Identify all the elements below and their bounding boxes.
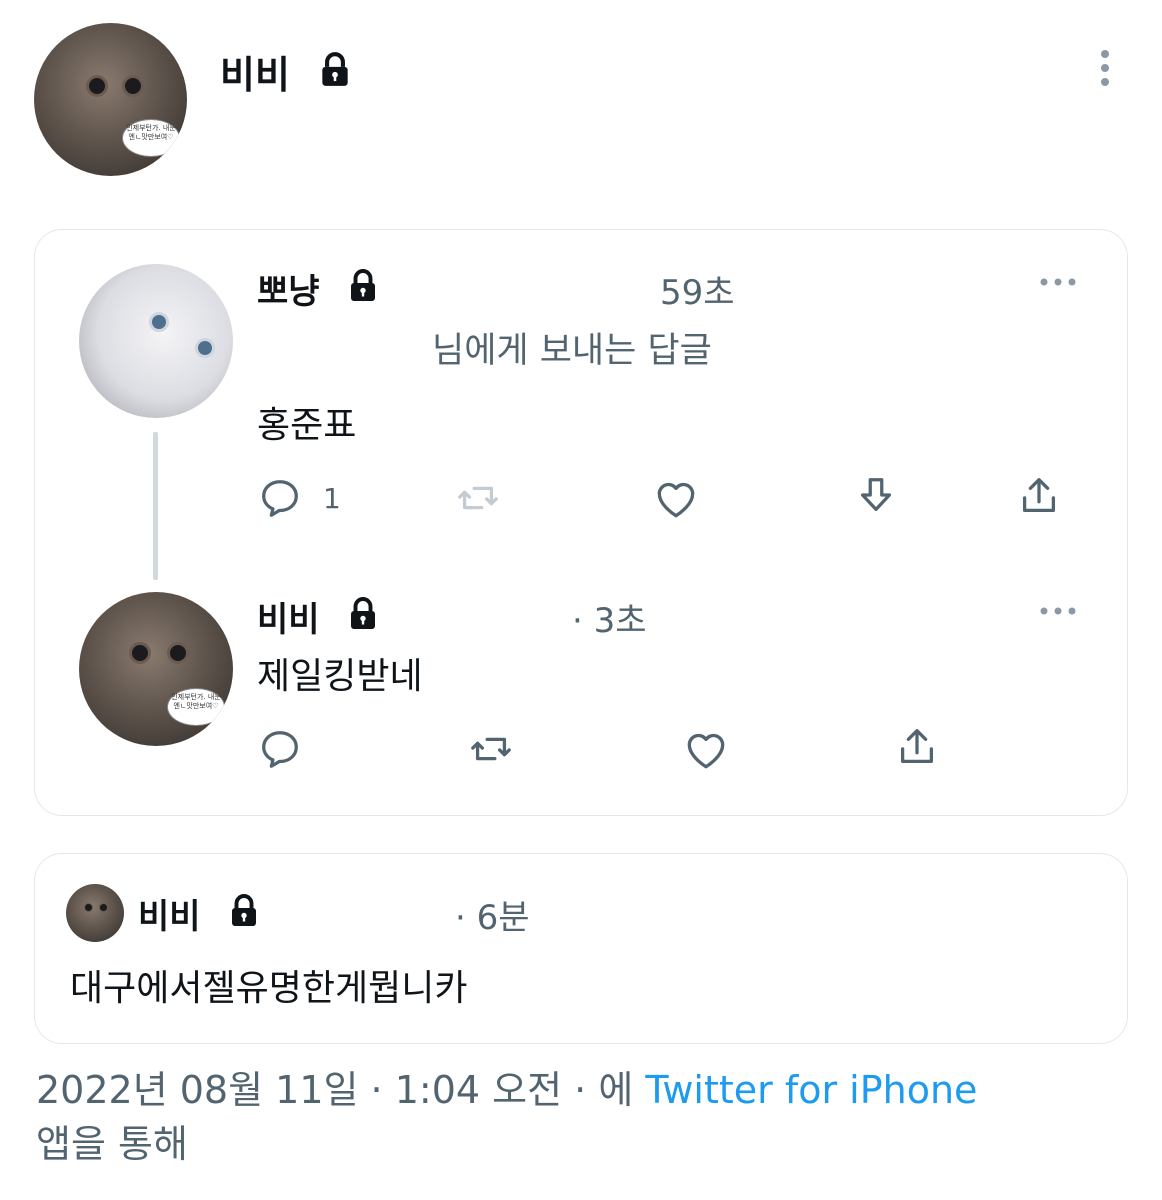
more-options-icon[interactable] xyxy=(1093,48,1117,88)
like-button[interactable] xyxy=(681,724,731,774)
retweet-button-disabled xyxy=(455,475,501,521)
answer-timestamp[interactable]: · 3초 xyxy=(572,593,647,642)
share-icon xyxy=(1022,478,1056,513)
lock-icon xyxy=(322,52,348,86)
reply-button[interactable]: 1 xyxy=(257,475,341,521)
share-icon xyxy=(900,729,934,764)
avatar-cat-eye-right xyxy=(99,903,108,912)
avatar-cat-eye-left xyxy=(86,75,108,97)
reply-icon xyxy=(262,480,298,517)
tweet-metadata: 2022년 08월 11일 · 1:04 오전 · 에 Twitter for … xyxy=(36,1063,1136,1171)
quoted-author-name: 비비 xyxy=(138,897,201,937)
answer-author-name[interactable]: 비비 xyxy=(257,592,320,641)
more-options-icon[interactable] xyxy=(1038,601,1078,621)
avatar-cat-eye-left xyxy=(129,642,151,664)
avatar-cat-eye-right xyxy=(122,75,144,97)
reply-author-avatar[interactable] xyxy=(79,264,233,418)
share-button[interactable] xyxy=(894,724,940,770)
quoted-timestamp: · 6분 xyxy=(455,898,530,938)
avatar-cat-eye-left xyxy=(149,312,169,332)
like-button[interactable] xyxy=(651,473,701,523)
main-author-name[interactable]: 비비 xyxy=(220,44,290,99)
quoted-tweet-text: 대구에서젤유명한게뭡니카 xyxy=(70,968,468,1009)
reply-author-name[interactable]: 뽀냥 xyxy=(257,264,320,313)
avatar-caption-bubble: 인제부턴가. 내눈 엔ㄴ맛만보여♡ xyxy=(167,688,225,726)
via-suffix: 앱을 통해 xyxy=(36,1122,188,1166)
reply-count: 1 xyxy=(323,481,341,515)
avatar-cat-eye-left xyxy=(84,903,93,912)
retweet-button[interactable] xyxy=(468,726,514,772)
answer-author-avatar[interactable]: 인제부턴가. 내눈 엔ㄴ맛만보여♡ xyxy=(79,592,233,746)
quoted-author-avatar xyxy=(66,884,124,942)
separator: · xyxy=(370,1068,383,1112)
more-options-icon[interactable] xyxy=(1038,272,1078,292)
lock-icon xyxy=(351,269,375,301)
reply-tweet-text: 홍준표 xyxy=(257,405,357,446)
share-button[interactable] xyxy=(1016,473,1062,519)
like-icon xyxy=(657,482,695,518)
like-icon xyxy=(687,733,725,769)
avatar-cat-eye-right xyxy=(167,642,189,664)
main-author-avatar[interactable]: 인제부턴가. 내눈 엔ㄴ맛만보여♡ xyxy=(34,23,187,176)
replying-to-label: 님에게 보내는 답글 xyxy=(432,331,712,371)
avatar-cat-eye-right xyxy=(195,338,215,358)
tweet-time: 1:04 오전 xyxy=(394,1068,563,1112)
lock-icon xyxy=(232,894,256,926)
bookmark-icon xyxy=(860,478,892,512)
client-link[interactable]: Twitter for iPhone xyxy=(645,1068,977,1112)
retweet-icon xyxy=(458,486,498,510)
lock-icon xyxy=(351,597,375,629)
reply-timestamp[interactable]: 59초 xyxy=(660,265,735,314)
reply-button[interactable] xyxy=(257,726,303,772)
retweet-icon xyxy=(471,737,511,761)
thread-connector-line xyxy=(153,432,158,580)
quoted-tweet-card[interactable] xyxy=(34,853,1128,1044)
avatar-caption-bubble: 인제부턴가. 내눈 엔ㄴ맛만보여♡ xyxy=(122,119,180,157)
bookmark-button[interactable] xyxy=(853,473,899,519)
tweet-date: 2022년 08월 11일 xyxy=(36,1068,359,1112)
answer-tweet-text: 제일킹받네 xyxy=(257,656,423,697)
via-prefix: · 에 xyxy=(574,1068,634,1112)
reply-icon xyxy=(262,731,298,768)
